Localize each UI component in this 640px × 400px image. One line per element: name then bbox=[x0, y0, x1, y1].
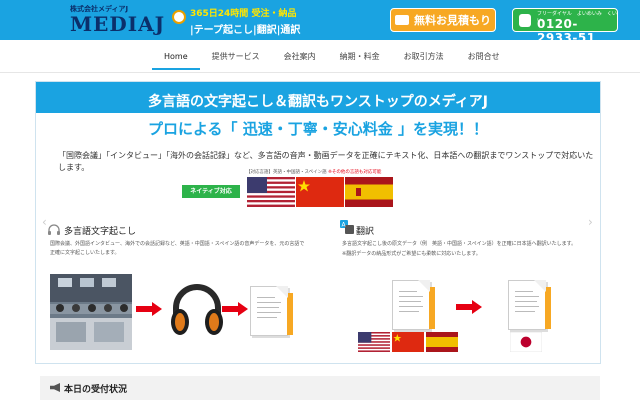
nav-divider bbox=[0, 72, 640, 73]
nav-item-ordering[interactable]: お取引方法 bbox=[392, 46, 456, 70]
spain-flag-icon bbox=[426, 332, 458, 352]
document-icon bbox=[250, 286, 293, 336]
red-arrow-icon bbox=[456, 300, 482, 314]
translation-note: ※翻訳データの納品形式がご希望にも柔軟に対応いたします。 bbox=[342, 251, 481, 257]
logo-text: MEDIAJ bbox=[70, 12, 166, 36]
red-arrow-icon bbox=[136, 302, 162, 316]
document-line bbox=[515, 311, 535, 312]
free-quote-button[interactable]: 無料お見積もり bbox=[390, 8, 496, 32]
document-line bbox=[515, 296, 539, 297]
reception-status-label: 本日の受付状況 bbox=[64, 385, 128, 395]
nav-item-contact[interactable]: お問合せ bbox=[456, 46, 512, 70]
conference-photo bbox=[50, 274, 132, 350]
phone-icon bbox=[519, 14, 531, 27]
headphones-photo bbox=[171, 284, 223, 335]
nav-item-home[interactable]: Home bbox=[152, 46, 200, 70]
document-line bbox=[399, 301, 421, 302]
megaphone-icon bbox=[50, 383, 60, 392]
transcription-title: 多言語文字起こし bbox=[64, 227, 137, 237]
nav-item-services[interactable]: 提供サービス bbox=[200, 46, 272, 70]
reception-status-bar: 本日の受付状況 bbox=[40, 376, 600, 400]
document-line bbox=[515, 301, 537, 302]
site-logo[interactable]: 株式会社メディアJ MEDIAJ bbox=[70, 4, 170, 36]
document-line bbox=[399, 291, 417, 292]
language-caption-note: ※その他の言語も対応可能 bbox=[328, 170, 382, 175]
document-line bbox=[399, 311, 419, 312]
red-arrow-icon bbox=[222, 302, 248, 316]
document-line bbox=[399, 296, 423, 297]
document-line bbox=[515, 306, 539, 307]
native-badge: ネイティブ対応 bbox=[182, 185, 240, 198]
document-line bbox=[257, 307, 279, 308]
document-fold bbox=[418, 280, 430, 292]
main-nav: Home 提供サービス 会社案内 納期・料金 お取引方法 お問合せ bbox=[152, 46, 512, 70]
document-accent bbox=[545, 287, 551, 329]
hero-subtitle: プロによる「 迅速・丁寧・安心料金 」を実現！！ bbox=[148, 120, 488, 138]
document-line bbox=[257, 312, 281, 313]
us-flag-icon bbox=[358, 332, 390, 352]
document-icon bbox=[392, 280, 435, 330]
translate-icon: A bbox=[340, 220, 354, 234]
us-flag-icon bbox=[247, 177, 295, 207]
header-tagline: 365日24時間 受注・納品 |テープ起こし|翻訳|通訳 bbox=[172, 4, 322, 36]
document-accent bbox=[429, 287, 435, 329]
japan-flag-icon bbox=[510, 332, 542, 352]
spain-flag-icon bbox=[345, 177, 393, 207]
site-header: 株式会社メディアJ MEDIAJ 365日24時間 受注・納品 |テープ起こし|… bbox=[0, 0, 640, 45]
hero-slider[interactable]: 多言語の文字起こし＆翻訳もワンストップのメディアJ プロによる「 迅速・丁寧・安… bbox=[35, 81, 601, 364]
carousel-prev-icon[interactable]: ‹ bbox=[42, 215, 47, 229]
phone-number: 0120-2933-51 bbox=[537, 17, 596, 45]
document-line bbox=[257, 302, 281, 303]
document-accent bbox=[287, 293, 293, 335]
language-caption: 【対応言語】英語・中国語・スペイン語 ※その他の言語も対応可能 bbox=[246, 169, 381, 175]
language-caption-text: 【対応言語】英語・中国語・スペイン語 bbox=[246, 170, 327, 175]
carousel-next-icon[interactable]: › bbox=[588, 215, 593, 229]
document-line bbox=[257, 317, 277, 318]
document-fold bbox=[276, 286, 288, 298]
headphones-icon bbox=[48, 224, 60, 235]
phone-button[interactable]: フリーダイヤル よいめいみ くいい 0120-2933-51 bbox=[512, 8, 618, 45]
document-icon bbox=[508, 280, 551, 330]
nav-item-company[interactable]: 会社案内 bbox=[272, 46, 328, 70]
nav-item-pricing[interactable]: 納期・料金 bbox=[328, 46, 392, 70]
free-quote-label: 無料お見積もり bbox=[414, 14, 491, 27]
china-flag-icon bbox=[392, 332, 424, 352]
translation-text: 多言語文字起こし後の原文データ（例 英語・中国語・スペイン語）を正確に日本語へ翻… bbox=[342, 241, 577, 247]
translation-title: 翻訳 bbox=[356, 227, 375, 237]
document-line bbox=[257, 297, 275, 298]
mail-icon bbox=[395, 15, 409, 25]
document-line bbox=[515, 291, 533, 292]
tagline-hours: 365日24時間 受注・納品 bbox=[190, 9, 297, 19]
hero-title: 多言語の文字起こし＆翻訳もワンストップのメディアJ bbox=[148, 94, 488, 110]
tagline-services: |テープ起こし|翻訳|通訳 bbox=[190, 25, 301, 36]
clock-icon bbox=[172, 10, 186, 24]
document-line bbox=[399, 306, 423, 307]
transcription-text: 国際会議、外国語インタビュー、海外での会話記録など、英語・中国語・スペイン語の音… bbox=[50, 241, 305, 256]
china-flag-icon bbox=[296, 177, 344, 207]
document-fold bbox=[534, 280, 546, 292]
